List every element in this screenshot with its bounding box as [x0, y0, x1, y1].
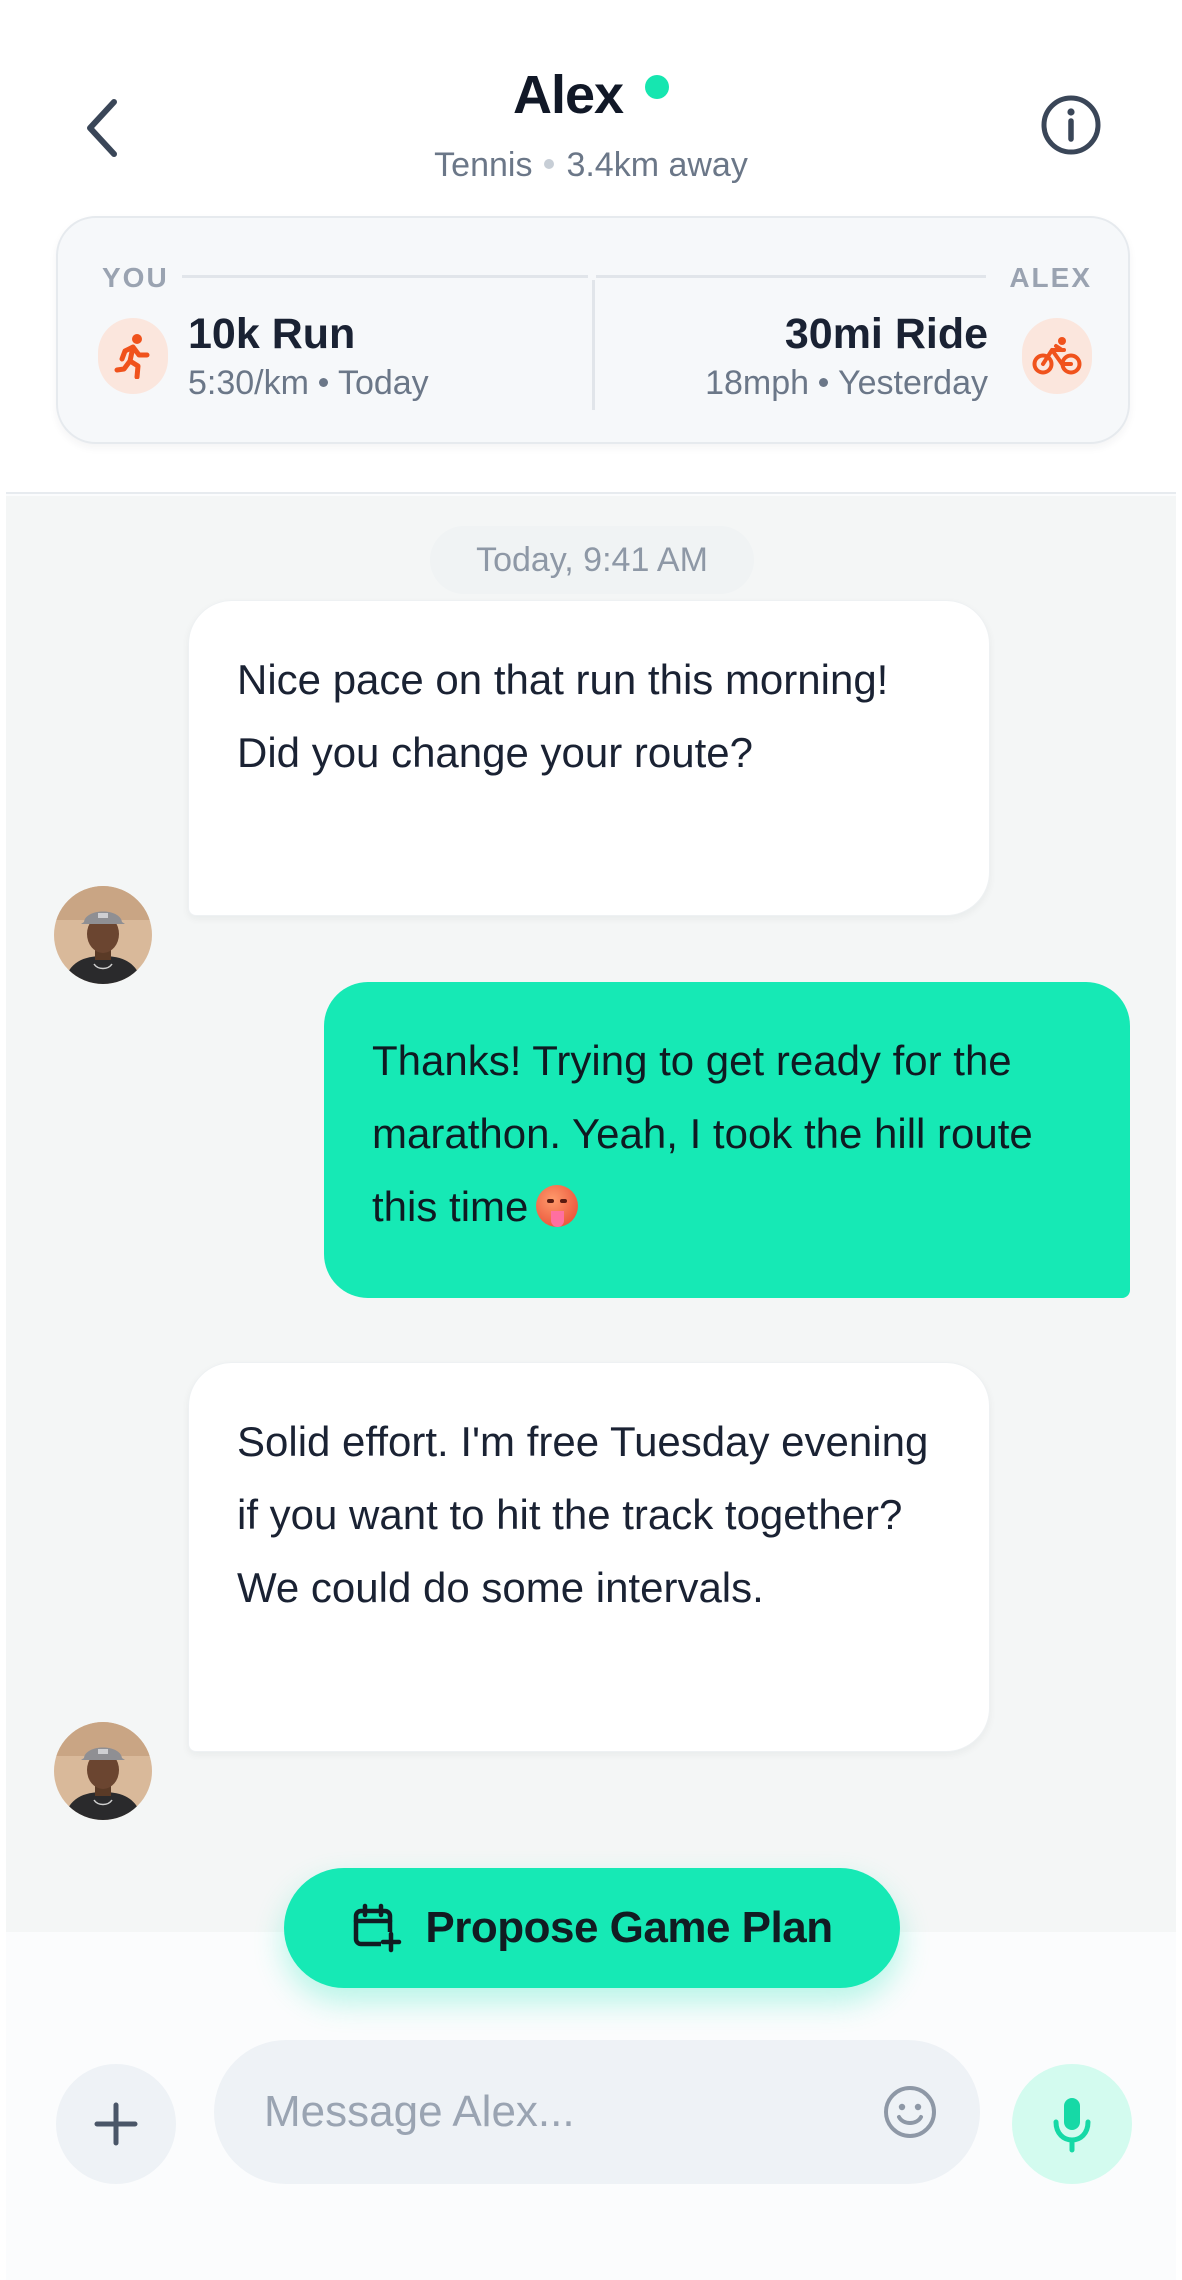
smiley-icon — [884, 2086, 936, 2138]
message-list[interactable]: Today, 9:41 AM Nice pace on that run thi… — [6, 496, 1176, 1932]
contact-subtitle: Tennis 3.4km away — [6, 146, 1176, 185]
info-button[interactable] — [1038, 92, 1104, 158]
timestamp-divider: Today, 9:41 AM — [430, 526, 754, 594]
alex-activity-title: 30mi Ride — [784, 310, 988, 358]
cycling-icon — [1022, 318, 1092, 394]
alex-label: ALEX — [1009, 262, 1092, 293]
add-attachment-button[interactable] — [56, 2064, 176, 2184]
message-text: Thanks! Trying to get ready for the mara… — [372, 1037, 1033, 1230]
message-input[interactable] — [264, 2040, 844, 2184]
propose-game-plan-button[interactable]: Propose Game Plan — [284, 1868, 900, 1988]
chat-header: Alex Tennis 3.4km away YOU ALEX 10k Run … — [6, 0, 1176, 494]
your-activity-when: Today — [337, 364, 429, 402]
message-composer — [214, 2040, 980, 2184]
your-activity-meta: 5:30/km Today — [188, 364, 429, 403]
separator-dot — [544, 159, 555, 170]
divider-line — [596, 275, 986, 278]
info-icon — [1041, 95, 1101, 155]
message-bubble-outgoing[interactable]: Thanks! Trying to get ready for the mara… — [324, 982, 1130, 1298]
microphone-icon — [1053, 2098, 1091, 2153]
plus-icon — [94, 2102, 138, 2146]
you-label: YOU — [102, 262, 169, 293]
your-activity-pace: 5:30/km — [188, 364, 309, 402]
alex-activity-speed: 18mph — [705, 364, 810, 402]
contact-name[interactable]: Alex — [513, 64, 624, 126]
running-icon — [98, 318, 168, 394]
emoji-button[interactable] — [878, 2080, 942, 2144]
message-bubble-incoming[interactable]: Nice pace on that run this morning! Did … — [188, 600, 990, 916]
divider-line — [182, 275, 588, 278]
contact-title: Alex — [6, 64, 1176, 126]
calendar-plus-icon — [354, 1903, 402, 1953]
contact-sport: Tennis — [434, 146, 533, 184]
cta-label: Propose Game Plan — [425, 1903, 833, 1952]
hot-face-emoji-icon — [536, 1184, 579, 1227]
chat-screen: Alex Tennis 3.4km away YOU ALEX 10k Run … — [6, 0, 1176, 2280]
activity-comparison-card[interactable]: YOU ALEX 10k Run 5:30/km Today 30mi Ride … — [56, 216, 1130, 444]
alex-activity-when: Yesterday — [838, 364, 988, 402]
alex-activity-meta: 18mph Yesterday — [705, 364, 988, 403]
voice-message-button[interactable] — [1012, 2064, 1132, 2184]
your-activity-title: 10k Run — [188, 310, 356, 358]
message-bubble-incoming[interactable]: Solid effort. I'm free Tuesday evening i… — [188, 1362, 990, 1752]
contact-distance: 3.4km away — [566, 146, 748, 184]
avatar[interactable] — [54, 886, 152, 984]
online-status-indicator — [645, 75, 670, 99]
avatar[interactable] — [54, 1722, 152, 1820]
comparison-divider — [592, 280, 595, 410]
